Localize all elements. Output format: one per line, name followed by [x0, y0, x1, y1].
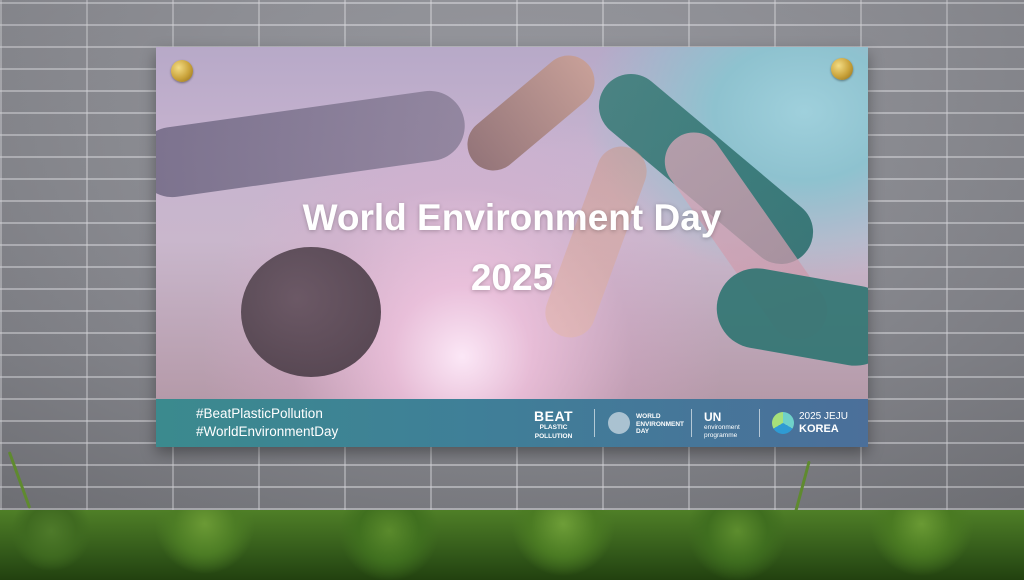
logo-divider: [759, 409, 760, 437]
un-environment-logo: UN environment programme: [704, 410, 740, 439]
beat-plastic-pollution-logo: BEAT PLASTIC POLLUTION: [534, 408, 574, 440]
raised-arm: [156, 86, 470, 202]
wed-globe-icon: [608, 412, 630, 434]
banner-footer: #BeatPlasticPollution #WorldEnvironmentD…: [156, 399, 868, 447]
banner-year: 2025: [470, 257, 554, 298]
wed-logo-text: WORLD ENVIRONMENT DAY: [636, 413, 685, 435]
hashtags: #BeatPlasticPollution #WorldEnvironmentD…: [196, 405, 338, 441]
mounting-bolt: [831, 58, 853, 80]
hashtag: #BeatPlasticPollution: [196, 406, 323, 421]
banner: World Environment Day 2025 #BeatPlasticP…: [156, 47, 868, 447]
hashtag: #WorldEnvironmentDay: [196, 424, 339, 439]
hedge: [0, 510, 1024, 580]
logo-divider: [594, 409, 595, 437]
logo-divider: [691, 409, 692, 437]
jeju-korea-logo: 2025 JEJU KOREA: [799, 411, 848, 435]
banner-photo: World Environment Day 2025: [156, 47, 868, 399]
banner-title: World Environment Day: [302, 197, 722, 238]
mounting-bolt: [171, 60, 193, 82]
jeju-korea-emblem-icon: [772, 412, 794, 434]
